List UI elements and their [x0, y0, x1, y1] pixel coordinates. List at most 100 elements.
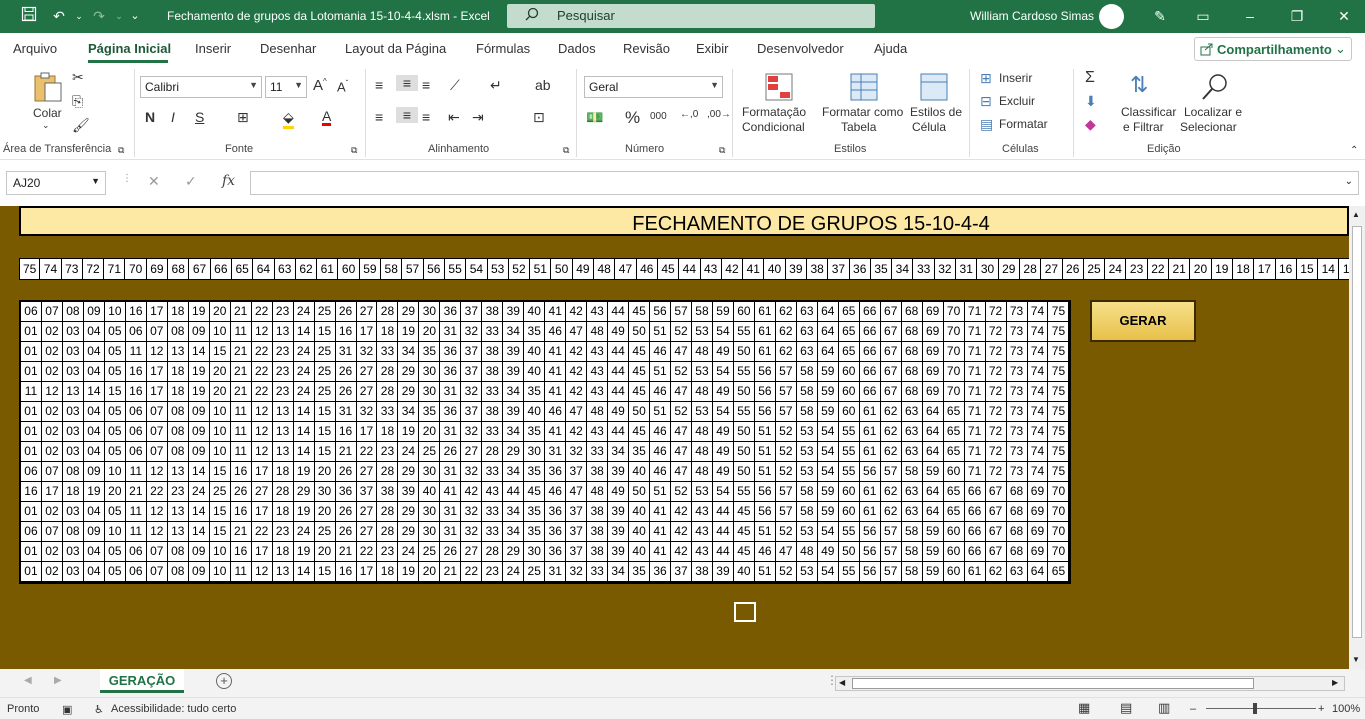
grid-cell[interactable]: 34	[608, 562, 630, 582]
grid-cell[interactable]: 03	[62, 342, 84, 362]
grid-cell[interactable]: 51	[754, 442, 776, 462]
grid-cell[interactable]: 67	[880, 322, 902, 342]
cut-icon[interactable]: ✂	[72, 69, 84, 86]
grid-cell[interactable]: 09	[188, 322, 210, 342]
grid-cell[interactable]: 48	[587, 322, 609, 342]
grid-cell[interactable]: 04	[83, 322, 105, 342]
grid-cell[interactable]: 20	[314, 462, 336, 482]
grid-cell[interactable]: 45	[733, 522, 755, 542]
grid-cell[interactable]: 14	[293, 442, 315, 462]
grid-cell[interactable]: 08	[167, 542, 189, 562]
grid-cell[interactable]: 24	[398, 442, 420, 462]
grid-cell[interactable]: 48	[587, 402, 609, 422]
grid-cell[interactable]: 10	[104, 522, 126, 542]
grid-cell[interactable]: 02	[41, 562, 63, 582]
grid-cell[interactable]: 33	[587, 442, 609, 462]
grid-cell[interactable]: 56	[859, 562, 881, 582]
grid-cell[interactable]: 74	[1027, 342, 1049, 362]
collapse-ribbon-icon[interactable]: ⌃	[1350, 145, 1358, 156]
grid-cell[interactable]: 64	[922, 402, 944, 422]
grid-cell[interactable]: 33	[482, 462, 504, 482]
grid-cell[interactable]: 06	[21, 302, 42, 322]
grid-cell[interactable]: 18	[377, 322, 399, 342]
grid-cell[interactable]: 71	[964, 342, 986, 362]
grid-cell[interactable]: 11	[125, 342, 147, 362]
grid-cell[interactable]: 66	[859, 362, 881, 382]
grid-cell[interactable]: 17	[356, 322, 378, 342]
grid-cell[interactable]: 31	[440, 462, 462, 482]
grid-cell[interactable]: 43	[692, 522, 713, 542]
grid-cell[interactable]: 12	[146, 462, 168, 482]
grid-cell[interactable]: 44	[712, 522, 734, 542]
grid-cell[interactable]: 02	[41, 322, 63, 342]
menu-desenvolvedor[interactable]: Desenvolvedor	[757, 41, 844, 56]
copy-icon[interactable]: ⎘	[72, 93, 83, 110]
delete-cells-button[interactable]: Excluir	[999, 94, 1035, 108]
grid-cell[interactable]: 41	[650, 542, 672, 562]
enter-icon[interactable]: ✓	[185, 173, 197, 190]
grid-cell[interactable]: 31	[440, 322, 462, 342]
grid-cell[interactable]: 67	[985, 502, 1007, 522]
font-color-icon[interactable]: A	[322, 109, 332, 126]
grid-cell[interactable]: 06	[125, 422, 147, 442]
grid-cell[interactable]: 57	[775, 502, 797, 522]
grid-cell[interactable]: 55	[838, 442, 860, 462]
grid-cell[interactable]: 38	[692, 562, 713, 582]
grid-cell[interactable]: 59	[817, 402, 839, 422]
grid-cell[interactable]: 29	[503, 442, 525, 462]
grid-cell[interactable]: 23	[272, 342, 294, 362]
grid-cell[interactable]: 34	[503, 462, 525, 482]
grid-cell[interactable]: 13	[167, 462, 189, 482]
grid-cell[interactable]: 55	[733, 322, 755, 342]
grid-cell[interactable]: 67	[985, 522, 1007, 542]
zoom-out-icon[interactable]: –	[1190, 703, 1196, 715]
grid-cell[interactable]: 02	[41, 502, 63, 522]
grid-cell[interactable]: 36	[545, 542, 567, 562]
grid-cell[interactable]: 30	[419, 302, 441, 322]
grid-cell[interactable]: 37	[356, 482, 378, 502]
grid-cell[interactable]: 14	[188, 342, 210, 362]
grid-cell[interactable]: 51	[650, 362, 672, 382]
grid-cell[interactable]: 65	[943, 422, 965, 442]
grid-cell[interactable]: 18	[272, 542, 294, 562]
grid-cell[interactable]: 28	[377, 462, 399, 482]
grid-cell[interactable]: 63	[901, 442, 923, 462]
grid-cell[interactable]: 37	[461, 342, 483, 362]
grid-cell[interactable]: 69	[922, 362, 944, 382]
grid-cell[interactable]: 70	[943, 382, 965, 402]
grid-cell[interactable]: 70	[943, 322, 965, 342]
dialog-launcher-icon[interactable]: ⧉	[719, 145, 725, 156]
grid-cell[interactable]: 23	[167, 482, 189, 502]
grid-cell[interactable]: 22	[146, 482, 168, 502]
grid-cell[interactable]: 44	[608, 382, 630, 402]
grid-cell[interactable]: 55	[733, 362, 755, 382]
grid-cell[interactable]: 15	[104, 382, 126, 402]
grid-cell[interactable]: 23	[272, 522, 294, 542]
grid-cell[interactable]: 75	[1048, 322, 1070, 342]
grid-cell[interactable]: 27	[356, 382, 378, 402]
grid-cell[interactable]: 32	[461, 382, 483, 402]
grid-cell[interactable]: 31	[440, 502, 462, 522]
grid-cell[interactable]: 71	[964, 382, 986, 402]
grid-cell[interactable]: 25	[314, 382, 336, 402]
worksheet[interactable]: FECHAMENTO DE GRUPOS 15-10-4-4 75 74 73 72 7…	[0, 206, 1349, 669]
menu-exibir[interactable]: Exibir	[696, 41, 729, 56]
grid-cell[interactable]: 12	[146, 502, 168, 522]
dialog-launcher-icon[interactable]: ⧉	[118, 145, 124, 156]
grid-cell[interactable]: 65	[943, 502, 965, 522]
grid-cell[interactable]: 42	[566, 422, 588, 442]
grid-cell[interactable]: 07	[146, 562, 168, 582]
macro-record-icon[interactable]: ▣	[62, 703, 72, 716]
grid-cell[interactable]: 61	[859, 502, 881, 522]
grid-cell[interactable]: 23	[272, 362, 294, 382]
grid-cell[interactable]: 54	[712, 362, 734, 382]
grid-cell[interactable]: 52	[671, 362, 692, 382]
grid-cell[interactable]: 27	[356, 502, 378, 522]
grid-cell[interactable]: 54	[817, 522, 839, 542]
grid-cell[interactable]: 50	[733, 342, 755, 362]
grid-cell[interactable]: 30	[419, 362, 441, 382]
grid-cell[interactable]: 73	[1006, 462, 1028, 482]
grid-cell[interactable]: 57	[775, 382, 797, 402]
grid-cell[interactable]: 20	[209, 362, 231, 382]
grid-cell[interactable]: 55	[838, 462, 860, 482]
